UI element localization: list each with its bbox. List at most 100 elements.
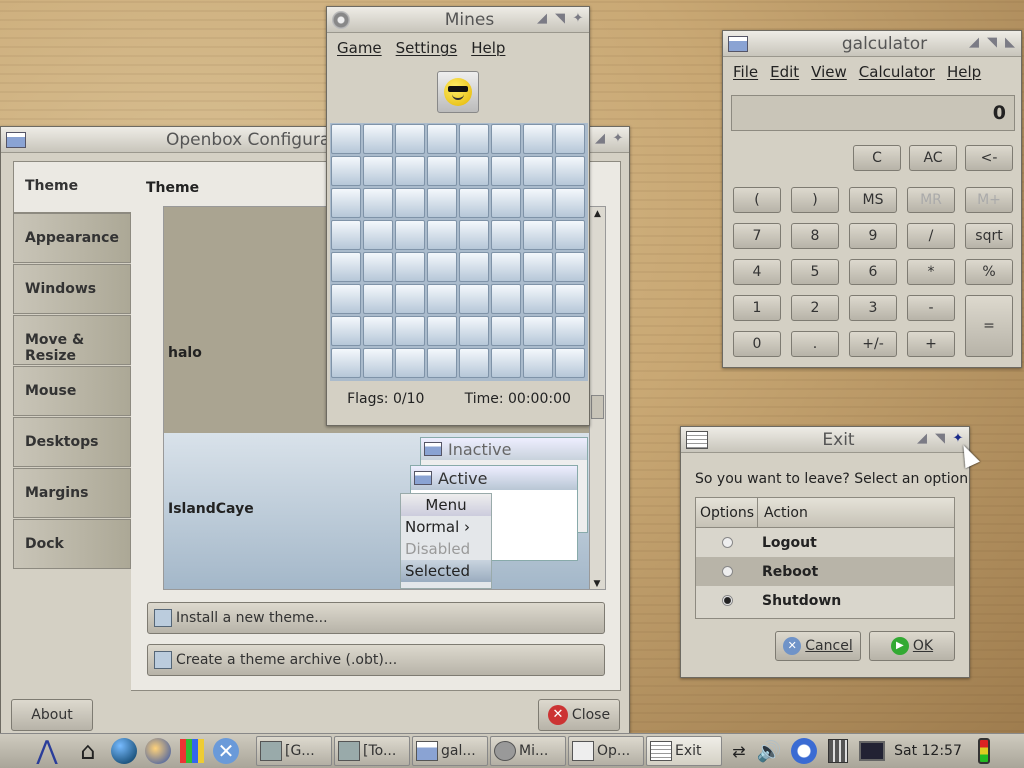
browser-globe-icon[interactable] [108,736,140,766]
mine-cell[interactable] [427,284,457,314]
mine-cell[interactable] [395,252,425,282]
exit-option-row[interactable]: Reboot [696,557,954,586]
iconify-icon[interactable]: ◥ [985,36,999,50]
mine-cell[interactable] [331,156,361,186]
mine-cell[interactable] [427,316,457,346]
mine-cell[interactable] [459,252,489,282]
iconify-icon[interactable]: ◢ [593,132,607,146]
calc-key[interactable]: / [907,223,955,249]
mine-cell[interactable] [491,188,521,218]
ok-button[interactable]: ▶ OK [869,631,955,661]
mine-cell[interactable] [331,124,361,154]
mine-cell[interactable] [331,284,361,314]
mine-cell[interactable] [555,348,585,378]
mine-cell[interactable] [427,124,457,154]
create-archive-button[interactable]: Create a theme archive (.obt)... [147,644,605,676]
calc-key[interactable]: MS [849,187,897,213]
minefield[interactable] [330,123,588,381]
home-icon[interactable]: ⌂ [72,736,104,766]
mine-cell[interactable] [363,188,393,218]
mine-cell[interactable] [459,348,489,378]
menu-help[interactable]: Help [471,39,505,57]
tab-margins[interactable]: Margins [13,468,131,518]
calc-key[interactable]: ( [733,187,781,213]
col-action-header[interactable]: Action [758,498,814,527]
tab-appearance[interactable]: Appearance [13,213,131,263]
mine-cell[interactable] [459,124,489,154]
mine-cell[interactable] [523,284,553,314]
radio-button[interactable] [696,537,758,548]
menu-calculator[interactable]: Calculator [859,63,935,81]
mine-cell[interactable] [395,348,425,378]
install-theme-button[interactable]: Install a new theme... [147,602,605,634]
mine-cell[interactable] [363,124,393,154]
mine-cell[interactable] [427,252,457,282]
calc-key[interactable]: 0 [733,331,781,357]
calc-key[interactable]: . [791,331,839,357]
mine-cell[interactable] [395,124,425,154]
calc-key[interactable]: 7 [733,223,781,249]
calc-key[interactable]: 6 [849,259,897,285]
calc-key[interactable]: 1 [733,295,781,321]
mine-cell[interactable] [555,252,585,282]
mine-cell[interactable] [491,284,521,314]
calc-key[interactable]: ) [791,187,839,213]
tab-windows[interactable]: Windows [13,264,131,314]
mine-cell[interactable] [331,220,361,250]
radio-button[interactable] [696,566,758,577]
mail-client-icon[interactable] [142,736,174,766]
calc-key[interactable]: - [907,295,955,321]
mines-titlebar[interactable]: Mines ◢ ◥ ✦ [327,7,589,33]
task-openbox-config[interactable]: Op... [568,736,644,766]
openbox-menu-icon[interactable]: ⋀ [30,736,64,766]
mine-cell[interactable] [331,252,361,282]
mine-cell[interactable] [459,316,489,346]
iconify-icon[interactable]: ◥ [553,12,567,26]
mine-cell[interactable] [363,220,393,250]
mine-cell[interactable] [523,348,553,378]
mine-cell[interactable] [491,348,521,378]
mine-cell[interactable] [331,348,361,378]
calc-key[interactable]: * [907,259,955,285]
galculator-titlebar[interactable]: galculator ◢ ◥ ◣ [723,31,1021,57]
mine-cell[interactable] [395,188,425,218]
menu-help[interactable]: Help [947,63,981,81]
menu-view[interactable]: View [811,63,847,81]
mine-cell[interactable] [363,284,393,314]
close-button[interactable]: ✕ Close [538,699,620,731]
mine-cell[interactable] [459,156,489,186]
calc-key[interactable]: AC [909,145,957,171]
calc-key[interactable]: 9 [849,223,897,249]
calc-equals-key[interactable]: = [965,295,1013,357]
mine-cell[interactable] [427,348,457,378]
mine-cell[interactable] [427,220,457,250]
mine-cell[interactable] [523,220,553,250]
iconify-icon[interactable]: ◥ [933,432,947,446]
mine-cell[interactable] [555,316,585,346]
task-toolbox[interactable]: [To... [334,736,410,766]
mine-cell[interactable] [363,316,393,346]
theme-row-islandcaye[interactable]: IslandCaye Inactive Active Menu Normal ›… [164,433,589,589]
calc-key[interactable]: + [907,331,955,357]
mine-cell[interactable] [491,220,521,250]
close-icon[interactable]: ✦ [571,12,585,26]
scrollbar-thumb[interactable] [591,395,604,419]
mine-cell[interactable] [523,316,553,346]
maximize-icon[interactable]: ◢ [915,432,929,446]
close-icon[interactable]: ◣ [1003,36,1017,50]
calculator-icon[interactable] [824,736,852,766]
mine-cell[interactable] [523,124,553,154]
mine-cell[interactable] [491,316,521,346]
mine-cell[interactable] [459,284,489,314]
traffic-light-icon[interactable] [970,736,998,766]
mine-cell[interactable] [491,124,521,154]
monitor-icon[interactable] [856,736,888,766]
mine-cell[interactable] [427,188,457,218]
tab-dock[interactable]: Dock [13,519,131,569]
exit-titlebar[interactable]: Exit ◢ ◥ ✦ [681,427,969,453]
maximize-icon[interactable]: ◢ [967,36,981,50]
calc-key[interactable]: 8 [791,223,839,249]
mine-cell[interactable] [395,220,425,250]
mine-cell[interactable] [523,156,553,186]
network-icon[interactable]: ⇄ [726,736,752,766]
